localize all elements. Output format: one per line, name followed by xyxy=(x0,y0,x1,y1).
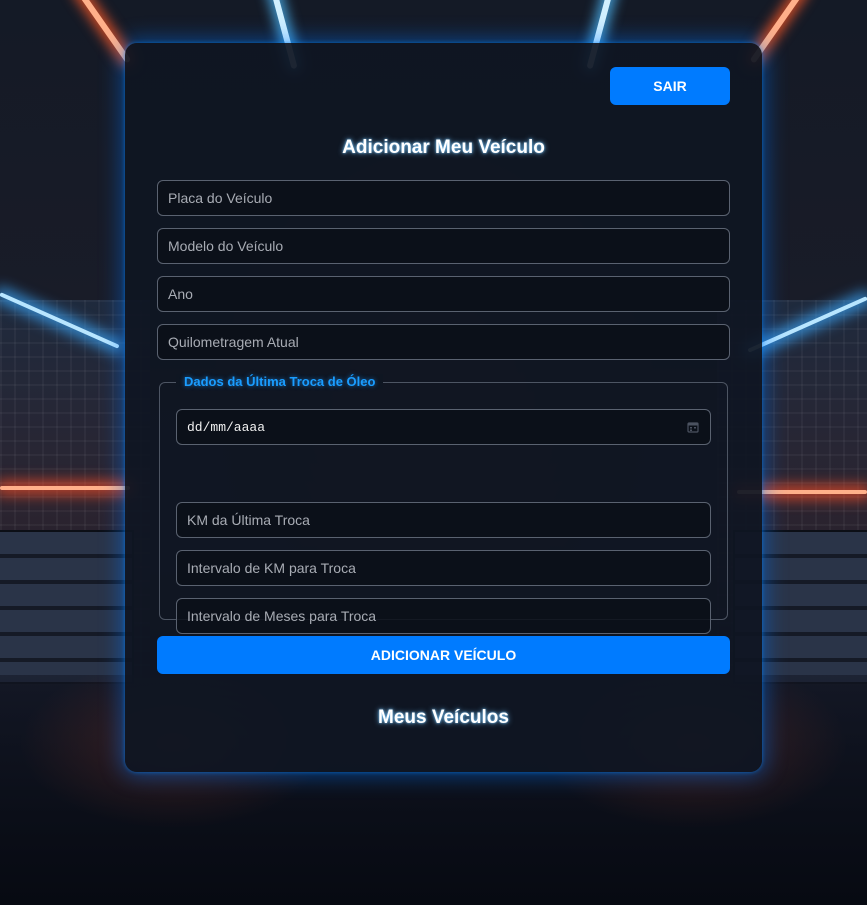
form-title: Adicionar Meu Veículo xyxy=(342,137,545,158)
year-input[interactable] xyxy=(157,276,730,312)
vehicle-card: SAIR Adicionar Meu Veículo Dados da Últi… xyxy=(125,43,762,772)
tool-cabinet-left xyxy=(0,530,134,684)
my-vehicles-title: Meus Veículos xyxy=(378,707,509,728)
last-change-date-input[interactable]: dd/mm/aaaa xyxy=(176,409,711,445)
km-interval-input[interactable] xyxy=(176,550,711,586)
date-placeholder: dd/mm/aaaa xyxy=(187,420,266,435)
plate-input[interactable] xyxy=(157,180,730,216)
ceiling-light-left-red xyxy=(74,0,132,64)
logout-button[interactable]: SAIR xyxy=(610,67,730,105)
mileage-input[interactable] xyxy=(157,324,730,360)
model-input[interactable] xyxy=(157,228,730,264)
calendar-icon[interactable] xyxy=(687,421,699,433)
neon-strip-red-left xyxy=(0,486,130,490)
oil-change-legend: Dados da Última Troca de Óleo xyxy=(176,374,384,389)
add-vehicle-button[interactable]: ADICIONAR VEÍCULO xyxy=(157,636,730,674)
oil-change-fieldset: Dados da Última Troca de Óleo dd/mm/aaaa xyxy=(159,374,728,634)
month-interval-input[interactable] xyxy=(176,598,711,634)
last-change-km-input[interactable] xyxy=(176,502,711,538)
